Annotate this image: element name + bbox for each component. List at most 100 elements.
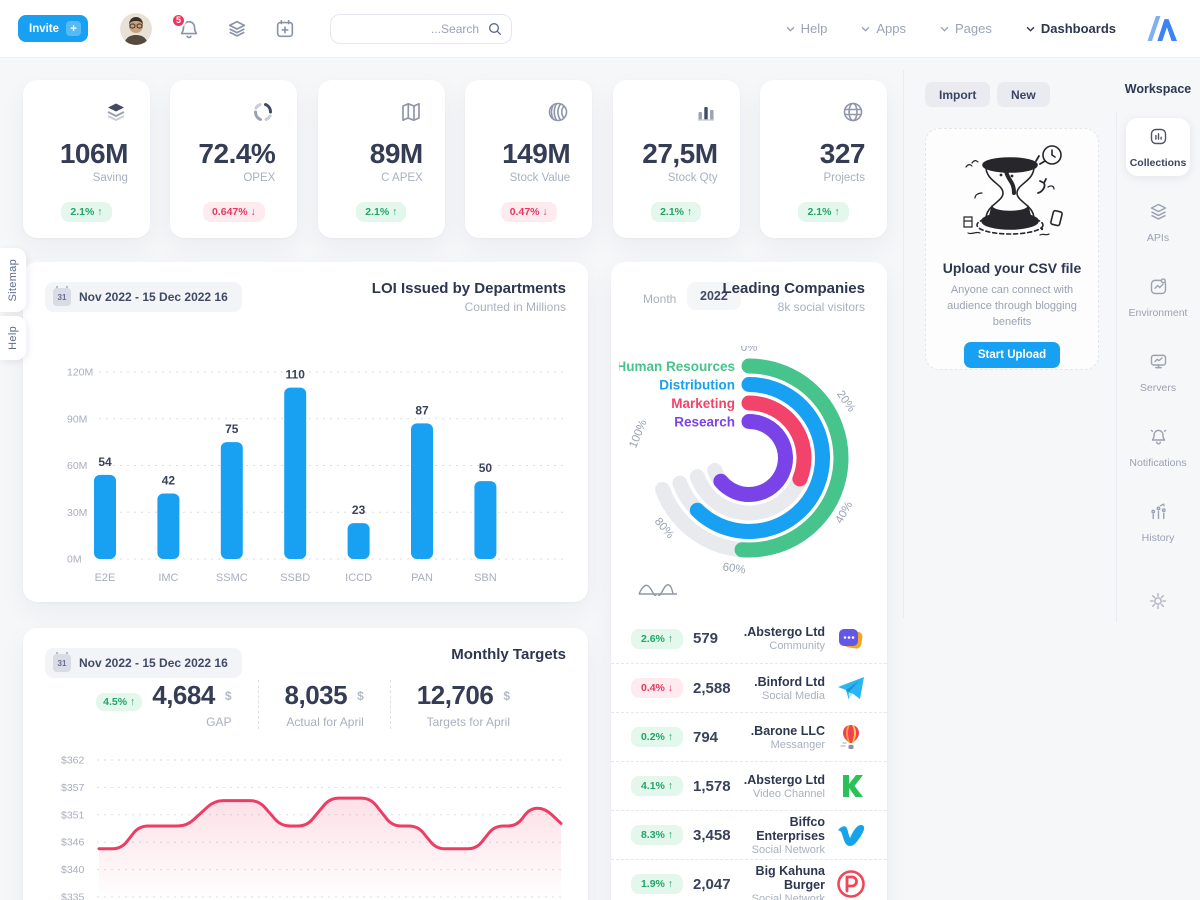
company-row[interactable]: 0.2% ↑ 794 .Barone LLC Messanger — [611, 712, 887, 761]
stat-label: Targets for April — [417, 715, 510, 729]
logo-icon — [1142, 16, 1178, 41]
stat-value: 4,684 — [152, 680, 215, 711]
nav-link[interactable]: Apps — [861, 21, 906, 36]
stat-label: GAP — [96, 715, 231, 729]
company-names: .Abstergo Ltd Video Channel — [744, 773, 825, 800]
workspace-item-label: APIs — [1147, 232, 1169, 244]
community-icon — [835, 623, 867, 655]
kpi-card: 149M Stock Value 0.47% ↓ — [465, 80, 592, 238]
company-names: Biffco Enterprises Social Network — [731, 815, 825, 856]
search-icon[interactable] — [487, 21, 503, 37]
workspace-item[interactable]: Notifications — [1126, 418, 1190, 476]
svg-text:60M: 60M — [67, 460, 87, 472]
environment-icon — [1148, 276, 1169, 302]
svg-text:120M: 120M — [67, 367, 93, 379]
workspace-item-label: Servers — [1140, 382, 1176, 394]
top-navbar: Invite + 5 Help Apps P — [0, 0, 1200, 58]
invite-label: Invite — [29, 23, 59, 35]
kpi-row: 106M Saving 2.1% ↑ 72.4% OPEX 0.647% ↓ 8… — [23, 80, 887, 238]
notifications-bell-button[interactable]: 5 — [178, 18, 200, 40]
svg-text:110: 110 — [286, 368, 306, 382]
workspace-item[interactable]: Environment — [1126, 268, 1190, 326]
nav-link[interactable]: Pages — [940, 21, 992, 36]
stat-currency: $ — [503, 689, 510, 703]
kpi-change-badge: 2.1% ↑ — [356, 202, 406, 222]
company-count: 1,578 — [693, 778, 731, 795]
history-icon — [1148, 501, 1169, 527]
svg-text:23: 23 — [352, 503, 366, 517]
import-button[interactable]: Import — [925, 82, 990, 107]
company-count: 3,458 — [693, 827, 731, 844]
svg-text:42: 42 — [162, 474, 176, 488]
leading-card-title: Leading Companies — [722, 280, 865, 297]
sidebar-tab-help[interactable]: Help — [0, 316, 26, 360]
loi-date-range-picker[interactable]: 31 Nov 2022 - 15 Dec 2022 16 — [45, 282, 242, 312]
search-input[interactable] — [330, 14, 512, 44]
csv-upload-illustration — [952, 141, 1072, 249]
kickstarter-icon — [835, 770, 867, 802]
upload-title: Upload your CSV file — [938, 260, 1086, 276]
company-row[interactable]: 2.6% ↑ 579 .Abstergo Ltd Community — [611, 614, 887, 663]
company-category: Social Network — [731, 893, 825, 900]
company-row[interactable]: 8.3% ↑ 3,458 Biffco Enterprises Social N… — [611, 810, 887, 859]
svg-text:ICCD: ICCD — [345, 572, 372, 584]
svg-text:30M: 30M — [67, 507, 87, 519]
workspace-item[interactable]: Collections — [1126, 118, 1190, 176]
company-row[interactable]: 1.9% ↑ 2,047 Big Kahuna Burger Social Ne… — [611, 859, 887, 900]
company-change-badge: 8.3% ↑ — [631, 825, 683, 845]
kpi-card: 27,5M Stock Qty 2.1% ↑ — [613, 80, 740, 238]
targets-date-range-picker[interactable]: 31 Nov 2022 - 15 Dec 2022 16 — [45, 648, 242, 678]
avatar[interactable] — [120, 13, 152, 45]
chevron-down-icon — [940, 26, 949, 32]
company-list: 2.6% ↑ 579 .Abstergo Ltd Community 0.4% … — [611, 614, 887, 900]
stat-label: Actual for April — [285, 715, 364, 729]
company-row[interactable]: 4.1% ↑ 1,578 .Abstergo Ltd Video Channel — [611, 761, 887, 810]
company-change-badge: 0.4% ↓ — [631, 678, 683, 698]
new-button[interactable]: New — [997, 82, 1050, 107]
company-name: .Abstergo Ltd — [744, 625, 825, 639]
svg-text:75: 75 — [225, 422, 239, 436]
invite-button[interactable]: Invite + — [18, 15, 88, 42]
company-name: Biffco Enterprises — [731, 815, 825, 843]
layers-nav-button[interactable] — [226, 18, 248, 40]
loi-bar-chart: 0M30M60M90M120M54E2E42IMC75SSMC110SSBD23… — [41, 350, 571, 592]
settings-gear-icon[interactable] — [1147, 590, 1169, 612]
kpi-change-badge: 0.647% ↓ — [203, 202, 265, 222]
workspace-item-label: Environment — [1129, 307, 1188, 319]
nav-link[interactable]: Dashboards — [1026, 21, 1116, 36]
leading-card-subtitle: 8k social visitors — [778, 300, 865, 314]
patreon-icon — [835, 868, 867, 900]
svg-text:Distribution: Distribution — [659, 378, 735, 393]
calendar-add-button[interactable] — [274, 18, 296, 40]
stat-value: 12,706 — [417, 680, 494, 711]
column-chart-icon — [694, 100, 718, 124]
workspace-rail: Workspace Collections APIs Environment — [1116, 58, 1200, 900]
company-names: .Abstergo Ltd Community — [744, 625, 825, 652]
workspace-item[interactable]: APIs — [1126, 193, 1190, 251]
svg-text:0M: 0M — [67, 554, 82, 566]
sidebar-tab-sitemap[interactable]: Sitemap — [0, 248, 26, 312]
target-stat: 8,035 $ Actual for April — [258, 680, 390, 729]
kpi-value: 89M — [340, 138, 423, 170]
app-logo[interactable] — [1142, 16, 1178, 42]
kpi-label: OPEX — [192, 172, 275, 184]
workspace-item[interactable]: Servers — [1126, 343, 1190, 401]
svg-text:90M: 90M — [67, 413, 87, 425]
layers-icon — [104, 100, 128, 124]
svg-text:IMC: IMC — [158, 572, 178, 584]
svg-text:SSBD: SSBD — [280, 572, 310, 584]
company-category: Social Network — [731, 844, 825, 856]
start-upload-button[interactable]: Start Upload — [964, 342, 1060, 368]
workspace-item[interactable]: History — [1126, 493, 1190, 551]
company-names: .Binford Ltd Social Media — [754, 675, 825, 702]
company-name: Big Kahuna Burger — [731, 864, 825, 892]
nav-link-label: Apps — [876, 21, 906, 36]
collections-icon — [1148, 126, 1169, 152]
chevron-down-icon — [1026, 26, 1035, 32]
svg-text:SBN: SBN — [474, 572, 497, 584]
company-count: 579 — [693, 630, 718, 647]
kpi-change-badge: 2.1% ↑ — [61, 202, 111, 222]
company-names: .Barone LLC Messanger — [751, 724, 825, 751]
company-row[interactable]: 0.4% ↓ 2,588 .Binford Ltd Social Media — [611, 663, 887, 712]
nav-link[interactable]: Help — [786, 21, 828, 36]
